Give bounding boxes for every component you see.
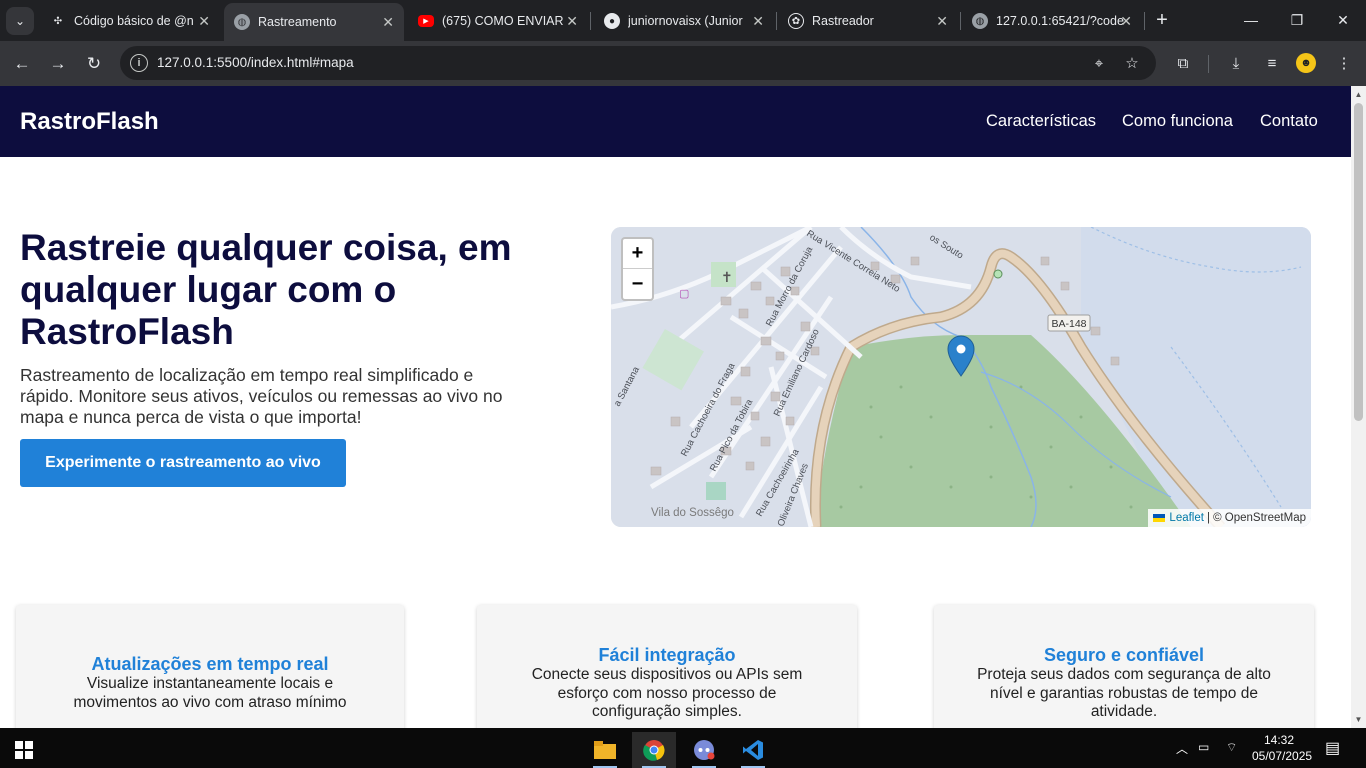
road-badge-label: BA-148: [1051, 318, 1086, 330]
openai-icon: ✿: [788, 13, 804, 29]
back-button[interactable]: ←: [8, 50, 36, 78]
zoom-in-button[interactable]: +: [623, 239, 652, 269]
arrow-right-icon: →: [49, 54, 67, 73]
page-viewport: RastroFlash Características Como funcion…: [0, 86, 1351, 728]
github-icon: ●: [604, 13, 620, 29]
map-zoom-control: + −: [621, 237, 654, 301]
feature-card-security: Seguro e confiável Proteja seus dados co…: [934, 605, 1314, 728]
profile-avatar[interactable]: ☻: [1296, 53, 1316, 73]
reload-icon: ↻: [86, 54, 102, 73]
shop-icon: ▢: [679, 288, 689, 300]
hero-title: Rastreie qualquer coisa, em qualquer lug…: [20, 227, 512, 352]
plus-icon: +: [1156, 8, 1168, 31]
leaflet-link[interactable]: Leaflet: [1169, 512, 1204, 524]
clock-time: 14:32: [1263, 733, 1295, 747]
browser-tab[interactable]: ◍ 127.0.0.1:65421/?code ✕: [962, 5, 1142, 37]
scrollbar-thumb[interactable]: [1354, 103, 1363, 421]
close-tab-icon[interactable]: ✕: [382, 14, 394, 31]
close-tab-icon[interactable]: ✕: [936, 13, 948, 30]
feature-title: Seguro e confiável: [1043, 645, 1205, 665]
place-label: Vila do Sossêgo: [651, 507, 734, 519]
minimize-button[interactable]: —: [1228, 0, 1274, 40]
close-tab-icon[interactable]: ✕: [198, 13, 210, 30]
attribution-text: | © OpenStreetMap: [1206, 512, 1306, 524]
nav-link-contato[interactable]: Contato: [1260, 112, 1318, 131]
site-logo[interactable]: RastroFlash: [20, 108, 159, 136]
windows-icon: [15, 741, 33, 759]
media-control-icon[interactable]: ≡: [1261, 52, 1283, 74]
live-tracking-button[interactable]: Experimente o rastreamento ao vivo: [20, 439, 346, 487]
restore-button[interactable]: ❐: [1274, 0, 1320, 40]
close-window-button[interactable]: ✕: [1320, 0, 1366, 40]
close-tab-icon[interactable]: ✕: [752, 13, 764, 30]
address-bar[interactable]: i 127.0.0.1:5500/index.html#mapa ⌖ ☆: [120, 46, 1156, 80]
notifications-icon[interactable]: ▤: [1325, 738, 1340, 758]
ukraine-flag-icon: [1153, 514, 1166, 522]
feature-title: Fácil integração: [598, 645, 736, 665]
tracking-map[interactable]: BA-148 Rua Vicente Correia Neto Rua Morr…: [611, 227, 1311, 527]
show-hidden-icons[interactable]: ︿: [1176, 740, 1188, 757]
youtube-icon: ▶: [418, 15, 434, 27]
map-tiles[interactable]: BA-148 Rua Vicente Correia Neto Rua Morr…: [611, 227, 1311, 527]
nav-link-caracteristicas[interactable]: Características: [986, 112, 1096, 131]
taskbar-clock[interactable]: 14:32 05/07/2025: [1252, 732, 1313, 764]
file-explorer-taskbar-icon[interactable]: [583, 732, 627, 768]
feature-text: Proteja seus dados com segurança de alto…: [977, 666, 1271, 720]
nav-link-como-funciona[interactable]: Como funciona: [1122, 112, 1233, 131]
feature-text: Visualize instantaneamente locais e movi…: [73, 675, 347, 711]
start-button[interactable]: [2, 732, 46, 768]
scroll-down-icon[interactable]: ▼: [1354, 715, 1363, 724]
copilot-icon: ✣: [53, 15, 63, 27]
forward-button[interactable]: →: [44, 50, 72, 78]
minimize-icon: —: [1244, 12, 1258, 28]
browser-tab[interactable]: ✣ Código básico de @n ✕: [40, 5, 220, 37]
close-icon: ✕: [1337, 11, 1349, 28]
more-menu-icon[interactable]: ⋮: [1333, 52, 1355, 74]
download-icon[interactable]: ⤓: [1225, 52, 1247, 74]
close-tab-icon[interactable]: ✕: [1120, 13, 1132, 30]
browser-tab-active[interactable]: ◍ Rastreamento ✕: [224, 3, 404, 41]
wifi-icon[interactable]: ⌔: [1226, 740, 1237, 755]
feature-card-realtime: Atualizações em tempo real Visualize ins…: [16, 605, 404, 728]
globe-icon: ◍: [972, 13, 988, 29]
browser-tab[interactable]: ● juniornovaisx (Junior ✕: [594, 5, 774, 37]
windows-taskbar: ︿ ▭ ⌔ 14:32 05/07/2025 ▤: [0, 728, 1366, 768]
feature-card-integration: Fácil integração Conecte seus dispositiv…: [477, 605, 857, 728]
battery-icon[interactable]: ▭: [1198, 740, 1209, 754]
new-tab-button[interactable]: +: [1150, 8, 1174, 32]
close-tab-icon[interactable]: ✕: [566, 13, 578, 30]
arrow-left-icon: ←: [13, 54, 31, 73]
browser-tab[interactable]: ▶ (675) COMO ENVIAR ✕: [408, 5, 588, 37]
address-url[interactable]: 127.0.0.1:5500/index.html#mapa: [157, 55, 354, 70]
restore-icon: ❐: [1290, 11, 1304, 28]
browser-toolbar: ← → ↻ i 127.0.0.1:5500/index.html#mapa ⌖…: [0, 41, 1366, 86]
vscode-taskbar-icon[interactable]: [731, 732, 775, 768]
site-info-icon[interactable]: i: [130, 54, 148, 72]
tab-search-button[interactable]: ⌄: [6, 7, 34, 35]
browser-tab[interactable]: ✿ Rastreador ✕: [778, 5, 958, 37]
feature-text: Conecte seus dispositivos ou APIs sem es…: [531, 666, 803, 720]
site-header: RastroFlash Características Como funcion…: [0, 86, 1351, 157]
reload-button[interactable]: ↻: [80, 50, 108, 78]
chevron-down-icon: ⌄: [14, 14, 26, 28]
feature-title: Atualizações em tempo real: [91, 654, 329, 674]
church-icon: ✝: [721, 269, 733, 285]
globe-icon: ◍: [234, 14, 250, 30]
chrome-taskbar-icon[interactable]: [632, 732, 676, 768]
extensions-icon[interactable]: ⧉: [1172, 52, 1194, 74]
scroll-up-icon[interactable]: ▲: [1354, 90, 1363, 99]
discord-taskbar-icon[interactable]: [682, 732, 726, 768]
location-icon[interactable]: ⌖: [1089, 53, 1109, 73]
page-scrollbar[interactable]: ▲ ▼: [1351, 86, 1366, 728]
hero-subtitle: Rastreamento de localização em tempo rea…: [20, 365, 503, 427]
map-attribution: Leaflet | © OpenStreetMap: [1148, 509, 1311, 527]
bookmark-star-icon[interactable]: ☆: [1122, 53, 1142, 73]
clock-date: 05/07/2025: [1252, 749, 1313, 763]
browser-tab-bar: ⌄ ✣ Código básico de @n ✕ ◍ Rastreamento…: [0, 0, 1366, 41]
zoom-out-button[interactable]: −: [623, 269, 652, 299]
